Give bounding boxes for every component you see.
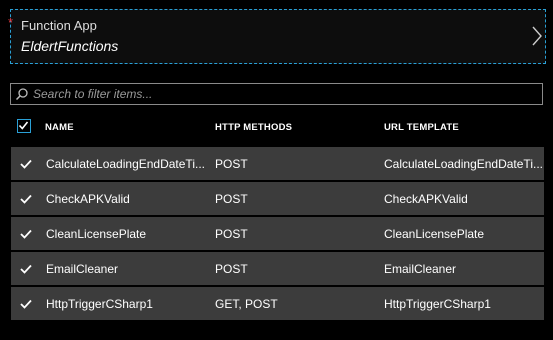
url-template: EmailCleaner: [384, 262, 457, 276]
function-app-picker[interactable]: * Function App EldertFunctions: [8, 9, 546, 64]
row-checkbox[interactable]: [19, 297, 33, 311]
http-methods: POST: [215, 192, 248, 206]
row-checkbox[interactable]: [19, 227, 33, 241]
table-row[interactable]: CheckAPKValid POST CheckAPKValid: [11, 182, 544, 215]
url-template: CleanLicensePlate: [384, 227, 485, 241]
table-header: NAME HTTP METHODS URL TEMPLATE: [0, 116, 553, 138]
required-marker: *: [8, 15, 14, 30]
column-header-http-methods[interactable]: HTTP METHODS: [215, 122, 292, 133]
url-template: CalculateLoadingEndDateTi...: [384, 157, 543, 171]
check-icon: [20, 194, 32, 204]
check-icon: [18, 121, 29, 130]
check-icon: [20, 299, 32, 309]
function-name: CleanLicensePlate: [46, 227, 147, 241]
row-checkbox[interactable]: [19, 157, 33, 171]
http-methods: GET, POST: [215, 297, 278, 311]
table-row[interactable]: EmailCleaner POST EmailCleaner: [11, 252, 544, 285]
functions-table-body: CalculateLoadingEndDateTi... POST Calcul…: [11, 147, 544, 322]
row-checkbox[interactable]: [19, 262, 33, 276]
http-methods: POST: [215, 157, 248, 171]
filter-input[interactable]: [33, 84, 533, 104]
check-icon: [20, 229, 32, 239]
search-icon: [15, 87, 29, 101]
column-header-url-template[interactable]: URL TEMPLATE: [384, 122, 459, 133]
url-template: CheckAPKValid: [384, 192, 468, 206]
table-row[interactable]: CalculateLoadingEndDateTi... POST Calcul…: [11, 147, 544, 180]
filter-box[interactable]: [10, 83, 543, 105]
function-app-value: EldertFunctions: [21, 38, 119, 54]
function-name: HttpTriggerCSharp1: [46, 297, 153, 311]
function-app-label: Function App: [21, 18, 97, 33]
url-template: HttpTriggerCSharp1: [384, 297, 491, 311]
column-header-name[interactable]: NAME: [45, 122, 74, 133]
check-icon: [20, 264, 32, 274]
http-methods: POST: [215, 227, 248, 241]
http-methods: POST: [215, 262, 248, 276]
select-all-checkbox[interactable]: [17, 119, 31, 133]
chevron-right-icon[interactable]: [529, 25, 545, 47]
table-row[interactable]: CleanLicensePlate POST CleanLicensePlate: [11, 217, 544, 250]
function-name: CheckAPKValid: [46, 192, 130, 206]
row-checkbox[interactable]: [19, 192, 33, 206]
function-name: CalculateLoadingEndDateTi...: [46, 157, 205, 171]
table-row[interactable]: HttpTriggerCSharp1 GET, POST HttpTrigger…: [11, 287, 544, 320]
function-name: EmailCleaner: [46, 262, 119, 276]
check-icon: [20, 159, 32, 169]
